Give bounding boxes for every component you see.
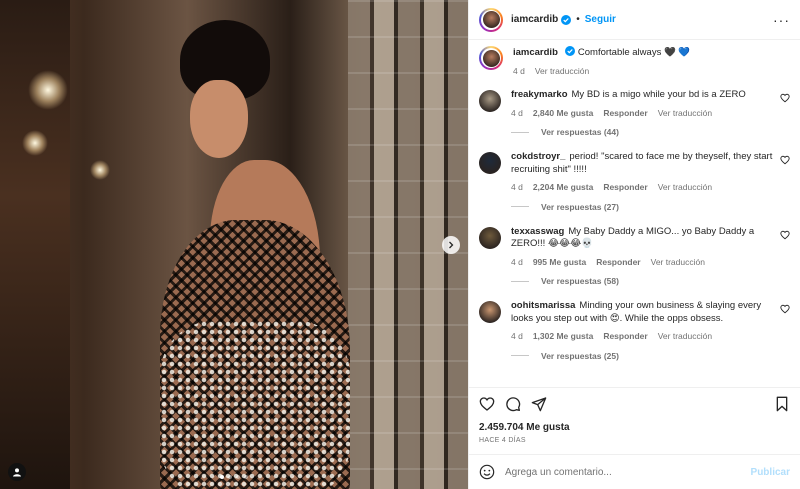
comment-time: 4 d [511, 107, 523, 118]
heart-icon[interactable] [780, 230, 790, 240]
bookmark-icon[interactable] [774, 396, 790, 412]
view-replies-label: Ver respuestas (25) [541, 350, 619, 361]
follow-button[interactable]: Seguir [585, 14, 616, 25]
post-caption: iamcardib Comfortable always 🖤 💙 4 d Ver … [479, 46, 790, 77]
verified-badge-icon [561, 14, 572, 25]
comment-likes[interactable]: 1,302 Me gusta [533, 330, 593, 343]
comments-list[interactable]: iamcardib Comfortable always 🖤 💙 4 d Ver … [469, 40, 800, 387]
like-count[interactable]: 2.459.704 Me gusta [479, 422, 790, 433]
caption-time: 4 d [513, 65, 525, 76]
comment-item: cokdstroyr_ period! "scared to face me by… [479, 151, 790, 194]
carousel-dot [220, 475, 224, 479]
commenter-avatar[interactable] [479, 226, 501, 249]
share-icon[interactable] [531, 396, 547, 412]
comment-thread: texxasswag My Baby Daddy a MIGO... yo Bab… [479, 226, 790, 286]
reply-button[interactable]: Responder [603, 330, 647, 343]
heart-icon[interactable] [780, 304, 790, 314]
add-comment-bar: Publicar [469, 454, 800, 489]
heart-icon[interactable] [479, 396, 495, 412]
author-avatar[interactable] [479, 7, 503, 32]
heart-icon[interactable] [780, 93, 790, 103]
view-replies-button[interactable]: Ver respuestas (25) [511, 351, 790, 361]
post-actions: 2.459.704 Me gusta HACE 4 DÍAS [469, 387, 800, 444]
comment-item: freakymarko My BD is a migo while your bd… [479, 89, 790, 119]
comment-item: oohitsmarissa Minding your own business &… [479, 300, 790, 343]
translate-link[interactable]: Ver traducción [651, 256, 705, 269]
commenter-username[interactable]: oohitsmarissa [511, 300, 575, 311]
media-light [28, 70, 68, 110]
comment-time: 4 d [511, 256, 523, 267]
photo-subject [150, 20, 360, 489]
chevron-right-icon[interactable] [442, 236, 460, 254]
translate-link[interactable]: Ver traducción [658, 181, 712, 194]
reply-button[interactable]: Responder [603, 107, 647, 120]
comment-input[interactable] [505, 466, 751, 478]
comment-likes[interactable]: 2,204 Me gusta [533, 181, 593, 194]
comment-thread: cokdstroyr_ period! "scared to face me by… [479, 151, 790, 212]
comment-text: My BD is a migo while your bd is a ZERO [571, 89, 746, 100]
comment-item: texxasswag My Baby Daddy a MIGO... yo Bab… [479, 226, 790, 269]
reply-button[interactable]: Responder [596, 256, 640, 269]
action-icon-row [479, 396, 790, 412]
author-avatar[interactable] [479, 46, 503, 70]
user-tag-icon[interactable] [8, 463, 26, 481]
photo-subject-face [190, 80, 248, 158]
comment-likes[interactable]: 2,840 Me gusta [533, 107, 593, 120]
comment-thread: oohitsmarissa Minding your own business &… [479, 300, 790, 361]
replies-divider [511, 206, 529, 207]
commenter-username[interactable]: freakymarko [511, 89, 568, 100]
emoji-icon[interactable] [479, 464, 495, 480]
post-timestamp: HACE 4 DÍAS [479, 437, 526, 444]
reply-button[interactable]: Responder [603, 181, 647, 194]
translate-link[interactable]: Ver traducción [658, 330, 712, 343]
separator-dot: • [576, 14, 580, 25]
caption-text: Comfortable always 🖤 💙 [577, 47, 691, 58]
author-username[interactable]: iamcardib [511, 14, 558, 25]
comment-likes[interactable]: 995 Me gusta [533, 256, 586, 269]
more-options-icon[interactable]: ··· [773, 12, 790, 28]
commenter-username[interactable]: texxasswag [511, 226, 564, 237]
translate-link[interactable]: Ver traducción [658, 107, 712, 120]
post-header: iamcardib • Seguir ··· [469, 0, 800, 40]
view-replies-label: Ver respuestas (27) [541, 201, 619, 212]
comment-threads: freakymarko My BD is a migo while your bd… [479, 89, 790, 361]
verified-badge-icon [564, 46, 575, 56]
comment-thread: freakymarko My BD is a migo while your bd… [479, 89, 790, 137]
replies-divider [511, 280, 529, 282]
view-replies-label: Ver respuestas (44) [541, 127, 619, 137]
replies-divider [511, 355, 529, 356]
view-replies-label: Ver respuestas (58) [541, 276, 619, 286]
caption-translate-link[interactable]: Ver traducción [535, 65, 589, 78]
comment-icon[interactable] [505, 396, 521, 412]
post-dialog: iamcardib • Seguir ··· iamcardib Comforta… [0, 0, 800, 489]
comment-time: 4 d [511, 182, 523, 192]
publish-button[interactable]: Publicar [751, 467, 790, 478]
commenter-avatar[interactable] [479, 301, 501, 323]
view-replies-button[interactable]: Ver respuestas (58) [511, 276, 790, 286]
carousel-dot [236, 475, 240, 479]
replies-divider [511, 131, 529, 133]
carousel-dot [244, 475, 248, 479]
commenter-avatar[interactable] [479, 152, 501, 174]
carousel-dot [228, 475, 232, 479]
heart-icon[interactable] [780, 155, 790, 165]
media-light [22, 130, 48, 156]
post-sidebar: iamcardib • Seguir ··· iamcardib Comforta… [468, 0, 800, 489]
commenter-username[interactable]: cokdstroyr_ [511, 151, 565, 162]
comment-time: 4 d [511, 331, 523, 341]
view-replies-button[interactable]: Ver respuestas (27) [511, 202, 790, 212]
post-media[interactable] [0, 0, 468, 489]
carousel-indicator [220, 475, 248, 479]
media-light [90, 160, 110, 180]
view-replies-button[interactable]: Ver respuestas (44) [511, 127, 790, 137]
caption-username[interactable]: iamcardib [513, 47, 558, 58]
photo-subject-pearls [160, 320, 350, 489]
commenter-avatar[interactable] [479, 90, 501, 112]
